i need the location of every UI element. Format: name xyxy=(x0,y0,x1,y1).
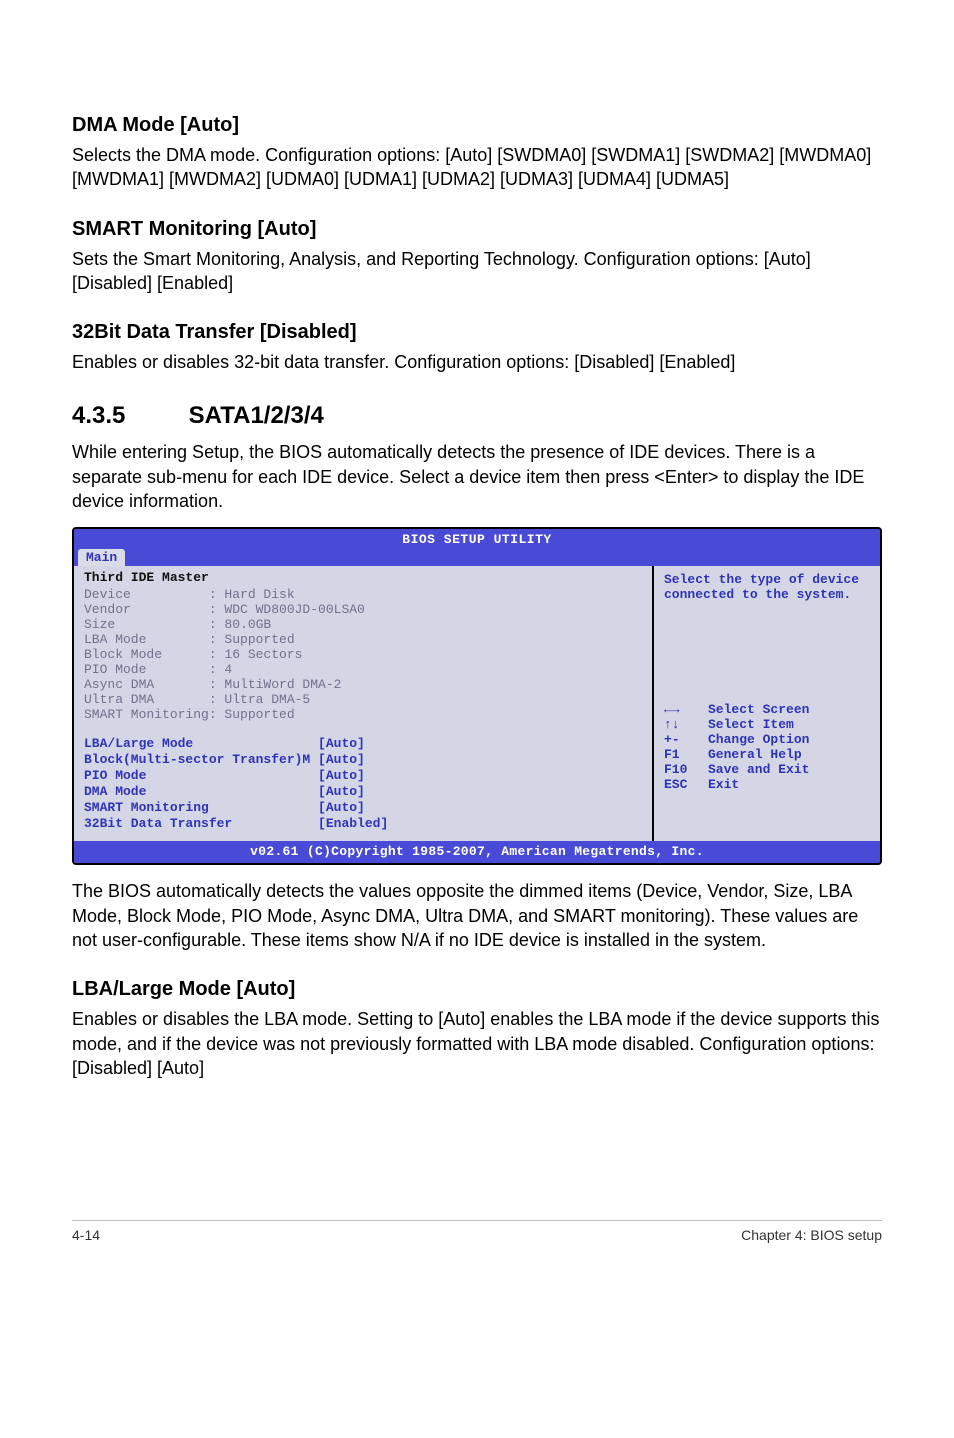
bios-info-list: Device : Hard DiskVendor : WDC WD800JD-0… xyxy=(84,587,642,722)
bios-info-row: PIO Mode : 4 xyxy=(84,662,642,677)
heading-sata: 4.3.5 SATA1/2/3/4 xyxy=(72,402,882,430)
bios-nav-text: Select Item xyxy=(708,717,794,732)
bios-screenshot: BIOS SETUP UTILITY Main Third IDE Master… xyxy=(72,527,882,865)
bios-nav-text: General Help xyxy=(708,747,802,762)
paragraph-dma-mode: Selects the DMA mode. Configuration opti… xyxy=(72,143,882,192)
bios-info-row: SMART Monitoring: Supported xyxy=(84,707,642,722)
bios-help-text: Select the type of device connected to t… xyxy=(664,572,872,602)
bios-body: Third IDE Master Device : Hard DiskVendo… xyxy=(74,566,880,841)
heading-number: 4.3.5 xyxy=(72,402,182,430)
bios-nav-key: F10 xyxy=(664,762,698,777)
paragraph-sata-intro: While entering Setup, the BIOS automatic… xyxy=(72,440,882,513)
bios-info-row: Block Mode : 16 Sectors xyxy=(84,647,642,662)
paragraph-32bit-transfer: Enables or disables 32-bit data transfer… xyxy=(72,350,882,374)
bios-tab-main: Main xyxy=(78,549,125,566)
page-footer: 4-14 Chapter 4: BIOS setup xyxy=(72,1221,882,1243)
bios-nav-row: ESC Exit xyxy=(664,777,872,792)
bios-info-row: LBA Mode : Supported xyxy=(84,632,642,647)
bios-nav-text: Select Screen xyxy=(708,702,809,717)
paragraph-smart-monitoring: Sets the Smart Monitoring, Analysis, and… xyxy=(72,247,882,296)
bios-nav-row: +- Change Option xyxy=(664,732,872,747)
bios-nav-row: F10 Save and Exit xyxy=(664,762,872,777)
bios-nav-list: ←→ Select Screen ↑↓ Select Item +- Change Opt… xyxy=(664,702,872,792)
paragraph-after-bios: The BIOS automatically detects the value… xyxy=(72,879,882,952)
heading-dma-mode: DMA Mode [Auto] xyxy=(72,114,882,137)
bios-info-row: Async DMA : MultiWord DMA-2 xyxy=(84,677,642,692)
bios-config-row: 32Bit Data Transfer [Enabled] xyxy=(84,816,642,831)
heading-lba-large-mode: LBA/Large Mode [Auto] xyxy=(72,978,882,1001)
page-number: 4-14 xyxy=(72,1227,100,1243)
heading-32bit-transfer: 32Bit Data Transfer [Disabled] xyxy=(72,321,882,344)
bios-copyright: v02.61 (C)Copyright 1985-2007, American … xyxy=(74,841,880,863)
bios-header: BIOS SETUP UTILITY xyxy=(74,529,880,549)
heading-smart-monitoring: SMART Monitoring [Auto] xyxy=(72,218,882,241)
bios-nav-text: Save and Exit xyxy=(708,762,809,777)
bios-nav-text: Exit xyxy=(708,777,739,792)
bios-nav-key: ←→ xyxy=(664,702,698,717)
bios-config-list: LBA/Large Mode [Auto]Block(Multi-sector … xyxy=(84,736,642,831)
bios-nav-row: ←→ Select Screen xyxy=(664,702,872,717)
bios-nav-row: ↑↓ Select Item xyxy=(664,717,872,732)
bios-left-panel: Third IDE Master Device : Hard DiskVendo… xyxy=(74,566,654,841)
bios-config-row: DMA Mode [Auto] xyxy=(84,784,642,799)
heading-title: SATA1/2/3/4 xyxy=(189,402,324,429)
bios-info-row: Device : Hard Disk xyxy=(84,587,642,602)
bios-config-row: SMART Monitoring [Auto] xyxy=(84,800,642,815)
bios-info-row: Vendor : WDC WD800JD-00LSA0 xyxy=(84,602,642,617)
bios-left-title: Third IDE Master xyxy=(84,570,642,585)
bios-nav-row: F1 General Help xyxy=(664,747,872,762)
bios-config-row: PIO Mode [Auto] xyxy=(84,768,642,783)
bios-nav-text: Change Option xyxy=(708,732,809,747)
bios-nav-key: ESC xyxy=(664,777,698,792)
bios-config-row: Block(Multi-sector Transfer)M [Auto] xyxy=(84,752,642,767)
bios-right-panel: Select the type of device connected to t… xyxy=(654,566,880,841)
bios-nav-key: ↑↓ xyxy=(664,717,698,732)
bios-nav-key: F1 xyxy=(664,747,698,762)
bios-info-row: Size : 80.0GB xyxy=(84,617,642,632)
bios-config-row: LBA/Large Mode [Auto] xyxy=(84,736,642,751)
page-chapter: Chapter 4: BIOS setup xyxy=(741,1227,882,1243)
bios-nav-key: +- xyxy=(664,732,698,747)
paragraph-lba-large-mode: Enables or disables the LBA mode. Settin… xyxy=(72,1007,882,1080)
bios-info-row: Ultra DMA : Ultra DMA-5 xyxy=(84,692,642,707)
